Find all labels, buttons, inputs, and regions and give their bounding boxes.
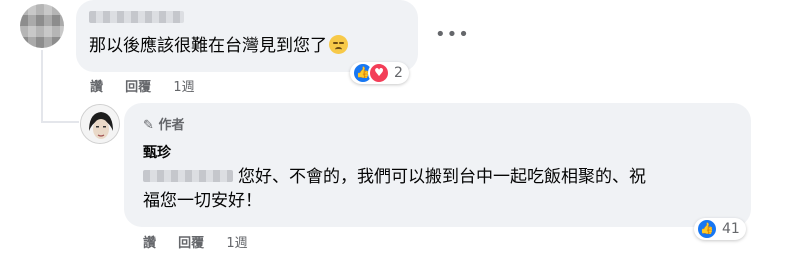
thread-line-branch [41, 121, 79, 123]
reply-button[interactable]: 回覆 [125, 80, 151, 95]
reply-button[interactable]: 回覆 [178, 236, 204, 251]
like-button[interactable]: 讚 [143, 236, 156, 251]
reply-actions: 讚 回覆 1週 [143, 232, 248, 251]
author-badge: ✎ 作者 [143, 118, 185, 133]
reactions-summary[interactable]: 👍 ♥ 2 [350, 62, 409, 84]
reaction-count: 2 [394, 65, 403, 81]
reaction-count: 41 [722, 221, 740, 237]
comment-actions: 讚 回覆 1週 [90, 76, 195, 95]
comment-text: 那以後應該很難在台灣見到您了 [89, 32, 348, 60]
more-options-icon[interactable]: ••• [435, 24, 470, 45]
timestamp[interactable]: 1週 [226, 236, 247, 251]
commenter-avatar[interactable] [20, 4, 64, 48]
thread-line [41, 50, 43, 122]
sad-face-emoji-icon [329, 35, 348, 54]
love-icon: ♥ [368, 62, 390, 84]
commenter-name-blurred[interactable] [89, 11, 184, 23]
mentioned-name-blurred[interactable] [143, 170, 233, 182]
like-icon: 👍 [696, 218, 718, 240]
author-name[interactable]: 甄珍 [143, 142, 171, 162]
reply-reactions-summary[interactable]: 👍 41 [694, 218, 746, 240]
pen-icon: ✎ [143, 118, 154, 133]
author-avatar[interactable] [80, 104, 120, 144]
reply-text-line-1: 您好、不會的，我們可以搬到台中一起吃飯相聚的、祝 [238, 167, 646, 187]
reply-text-line-2: 福您一切安好！ [143, 191, 262, 211]
timestamp[interactable]: 1週 [173, 80, 194, 95]
like-button[interactable]: 讚 [90, 80, 103, 95]
author-portrait-icon [81, 105, 119, 143]
